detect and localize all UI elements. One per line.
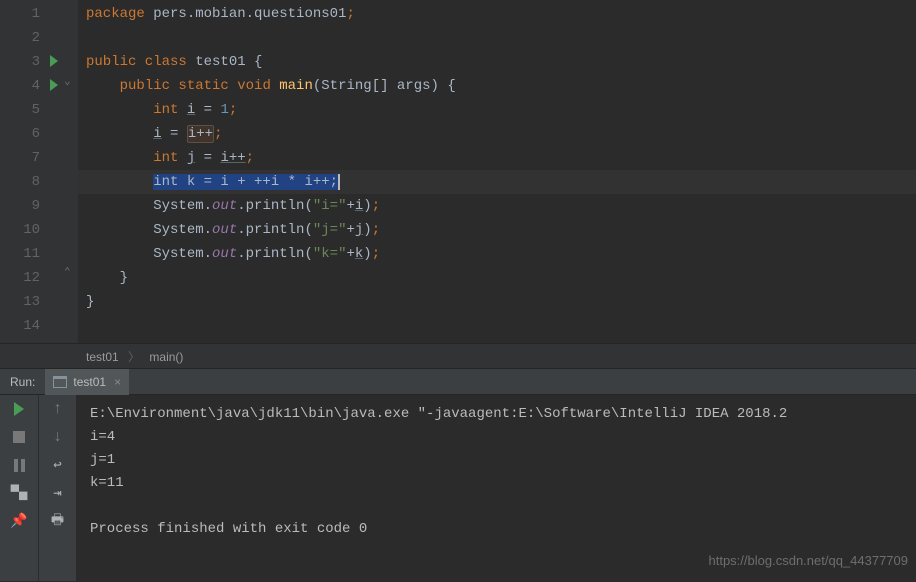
line-number: 13 — [0, 290, 62, 314]
line-number: 12 — [0, 266, 62, 290]
terminal-icon — [53, 376, 67, 388]
line-number: 7 — [0, 146, 62, 170]
print-button[interactable]: 🖶 — [50, 513, 66, 529]
line-number: 6 — [0, 122, 62, 146]
layout-button[interactable]: ▀▄ — [11, 485, 27, 501]
run-gutter-icon[interactable] — [50, 79, 58, 91]
chevron-right-icon: 〉 — [128, 350, 140, 364]
fold-icon[interactable]: ⌃ — [64, 265, 71, 279]
rerun-button[interactable] — [11, 401, 27, 417]
pause-button[interactable] — [11, 457, 27, 473]
down-arrow-icon[interactable]: ↓ — [50, 429, 66, 445]
pin-button[interactable]: 📌 — [11, 513, 27, 529]
scroll-to-end-button[interactable]: ⇥ — [50, 485, 66, 501]
breadcrumb[interactable]: test01 〉 main() — [0, 343, 916, 369]
console-toolbar-left2: ↑ ↓ ↩ ⇥ 🖶 — [38, 395, 76, 581]
soft-wrap-button[interactable]: ↩ — [50, 457, 66, 473]
run-toolwindow-bar: Run: test01 × — [0, 369, 916, 395]
watermark-text: https://blog.csdn.net/qq_44377709 — [709, 553, 909, 568]
run-label: Run: — [0, 375, 45, 389]
close-icon[interactable]: × — [114, 375, 121, 389]
run-gutter-icon[interactable] — [50, 55, 58, 67]
fold-gutter: ⌄ ⌃ — [62, 0, 78, 343]
line-number: 11 — [0, 242, 62, 266]
line-number: 9 — [0, 194, 62, 218]
line-number: 8 — [0, 170, 62, 194]
fold-icon[interactable]: ⌄ — [64, 74, 71, 88]
breadcrumb-method[interactable]: main() — [149, 350, 183, 364]
line-number: 3 — [0, 50, 62, 74]
line-number: 1 — [0, 2, 62, 26]
selected-text: int k = i + ++i * i++; — [153, 174, 338, 190]
run-tab[interactable]: test01 × — [45, 369, 129, 395]
line-number: 2 — [0, 26, 62, 50]
run-tab-label: test01 — [73, 375, 106, 389]
line-number: 14 — [0, 314, 62, 338]
console-toolbar-left: ▀▄ 📌 — [0, 395, 38, 581]
code-content[interactable]: package pers.mobian.questions01; public … — [78, 0, 916, 343]
line-number: 5 — [0, 98, 62, 122]
line-number-gutter: 1 2 3 4 5 6 7 8 9 10 11 12 13 14 — [0, 0, 62, 343]
line-number: 10 — [0, 218, 62, 242]
up-arrow-icon[interactable]: ↑ — [50, 401, 66, 417]
text-caret — [338, 174, 340, 190]
line-number: 4 — [0, 74, 62, 98]
stop-button[interactable] — [11, 429, 27, 445]
code-editor[interactable]: 1 2 3 4 5 6 7 8 9 10 11 12 13 14 ⌄ ⌃ pac… — [0, 0, 916, 343]
breadcrumb-class[interactable]: test01 — [86, 350, 119, 364]
